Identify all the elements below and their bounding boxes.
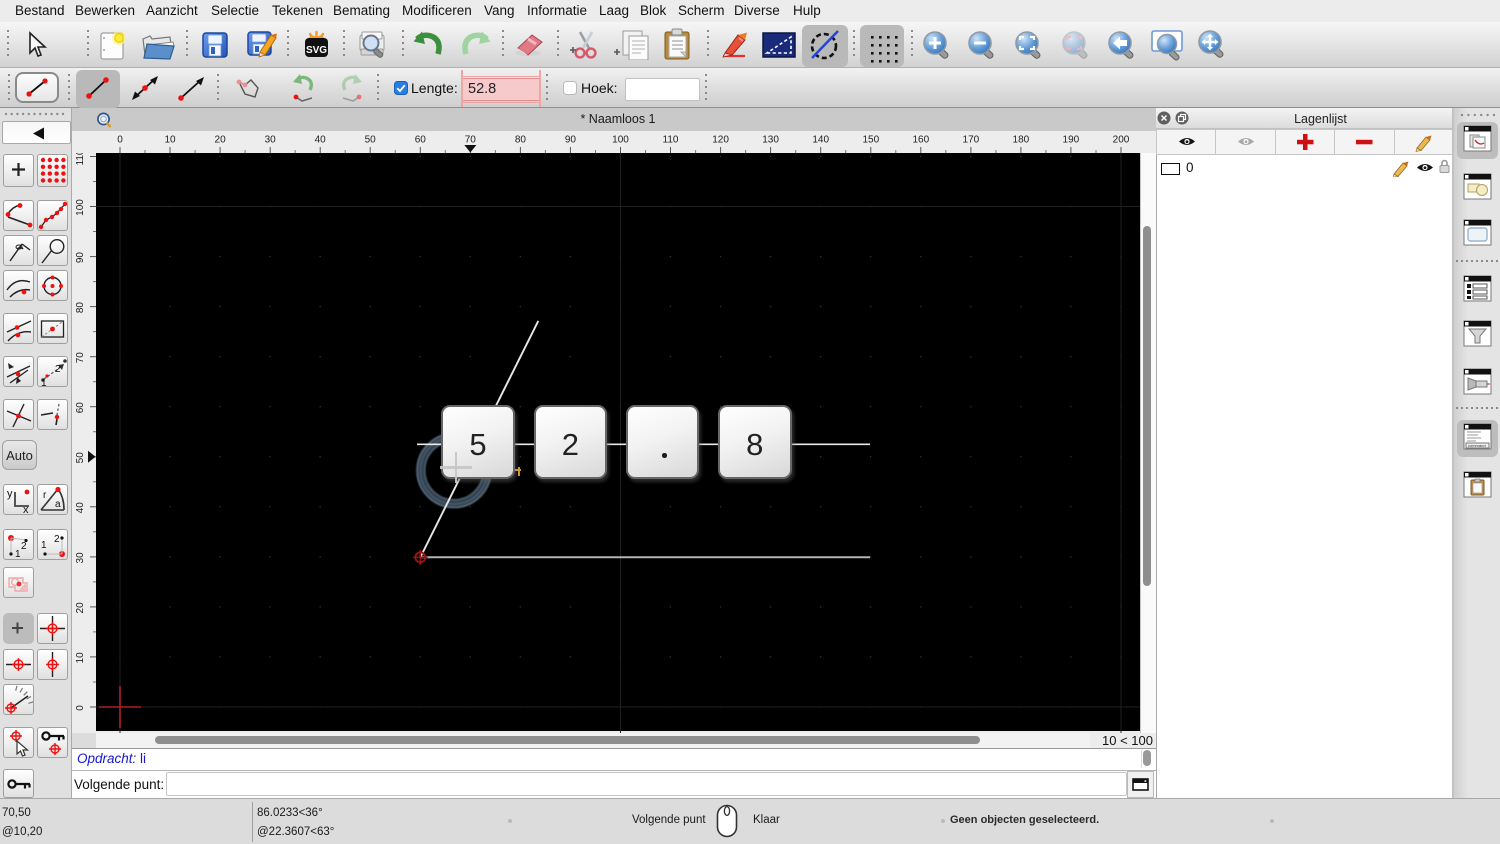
svg-text:a: a bbox=[55, 499, 61, 510]
svg-text:30: 30 bbox=[265, 135, 277, 146]
svg-text:x: x bbox=[23, 504, 29, 514]
svg-text:0: 0 bbox=[75, 705, 86, 711]
svg-text:100: 100 bbox=[75, 199, 86, 216]
svg-text:2: 2 bbox=[54, 534, 60, 545]
svg-text:1: 1 bbox=[41, 540, 47, 551]
svg-text:70: 70 bbox=[465, 135, 477, 146]
svg-text:20: 20 bbox=[215, 135, 227, 146]
svg-text:90: 90 bbox=[565, 135, 577, 146]
svg-text:0: 0 bbox=[117, 135, 123, 146]
svg-text:190: 190 bbox=[1063, 135, 1080, 146]
svg-text:110: 110 bbox=[663, 135, 679, 146]
svg-text:1: 1 bbox=[41, 378, 47, 386]
svg-text:60: 60 bbox=[75, 402, 86, 414]
svg-text:180: 180 bbox=[1013, 135, 1030, 146]
svg-text:50: 50 bbox=[75, 452, 86, 464]
svg-text:50: 50 bbox=[365, 135, 377, 146]
svg-text:30: 30 bbox=[75, 552, 86, 564]
svg-text:100: 100 bbox=[612, 135, 629, 146]
svg-text:80: 80 bbox=[75, 302, 86, 314]
svg-text:130: 130 bbox=[762, 135, 779, 146]
svg-text:SVG: SVG bbox=[306, 45, 327, 56]
svg-text:10: 10 bbox=[75, 652, 86, 664]
svg-text:command: command bbox=[1468, 443, 1486, 448]
svg-text:10: 10 bbox=[164, 135, 176, 146]
svg-text:40: 40 bbox=[75, 502, 86, 514]
svg-text:110: 110 bbox=[75, 153, 86, 165]
svg-text:70: 70 bbox=[75, 352, 86, 364]
svg-text:160: 160 bbox=[912, 135, 929, 146]
svg-text:90: 90 bbox=[75, 252, 86, 264]
svg-text:170: 170 bbox=[963, 135, 980, 146]
svg-text:r: r bbox=[43, 490, 47, 501]
svg-text:y: y bbox=[7, 488, 13, 500]
svg-text:200: 200 bbox=[1113, 135, 1130, 146]
svg-text:40: 40 bbox=[315, 135, 327, 146]
svg-text:60: 60 bbox=[415, 135, 427, 146]
svg-text:2: 2 bbox=[21, 541, 27, 552]
svg-text:20: 20 bbox=[75, 602, 86, 614]
svg-text:2: 2 bbox=[55, 364, 61, 375]
svg-text:120: 120 bbox=[712, 135, 729, 146]
svg-text:150: 150 bbox=[862, 135, 879, 146]
svg-text:140: 140 bbox=[812, 135, 829, 146]
svg-text:80: 80 bbox=[515, 135, 527, 146]
